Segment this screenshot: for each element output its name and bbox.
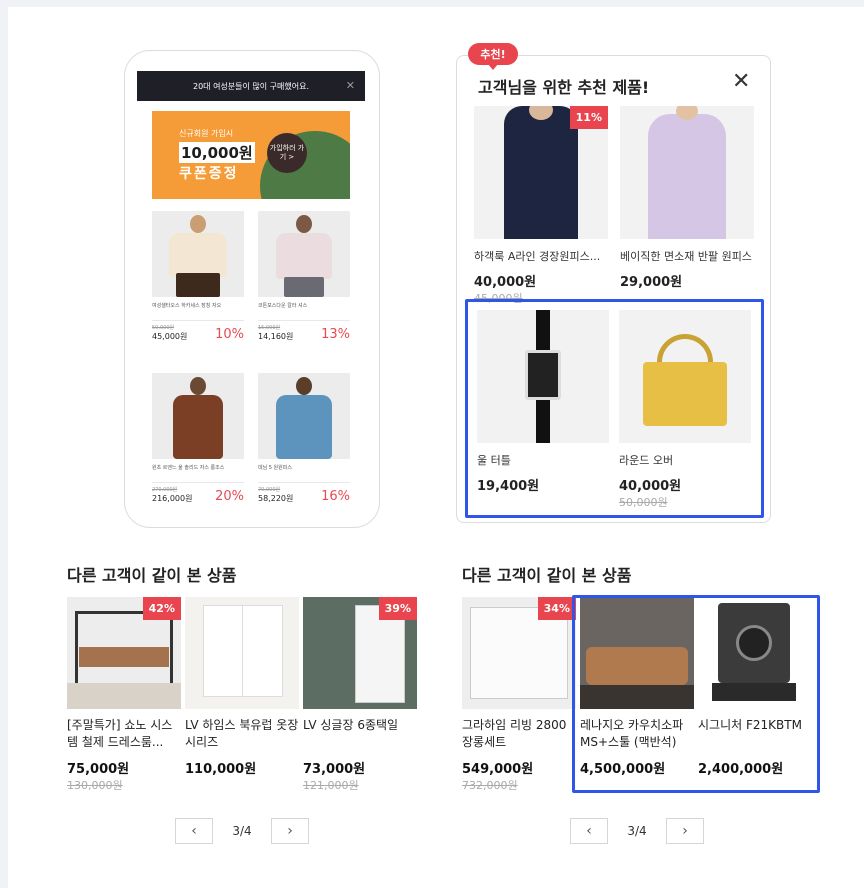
product-price: 73,000원 <box>303 762 366 777</box>
product-name: 코튼포스다운 칼라 셔스 <box>258 303 308 309</box>
product-name: 하객룩 A라인 경장원피스... <box>474 250 601 263</box>
recommend-badge: 추천! <box>468 43 518 70</box>
product-image <box>185 597 299 709</box>
recommend-title: 고객님을 위한 추천 제품! <box>478 78 650 97</box>
product-old-price: 121,000원 <box>303 779 359 792</box>
signup-cta-button[interactable]: 가입하러 가기 > <box>267 133 307 173</box>
phone-product-card[interactable]: 코튼포스다운 칼라 셔스 15,000원 14,160원 13% <box>258 211 350 342</box>
product-name: 베이직한 면소재 반팔 원피스 <box>620 250 752 263</box>
discount-tag: 34% <box>537 597 576 620</box>
highlight-box <box>572 595 820 793</box>
product-image: 34% <box>462 597 576 709</box>
product-image: 39% <box>303 597 417 709</box>
phone-mockup: 20대 여성분들이 많이 구매했어요. ✕ 신규회원 가입시 10,000원 쿠… <box>124 50 380 528</box>
page-indicator: 3/4 <box>232 824 252 838</box>
discount-tag: 39% <box>378 597 417 620</box>
chevron-right-icon[interactable]: › <box>666 818 704 844</box>
product-discount: 10% <box>215 327 244 342</box>
product-card[interactable]: LV 하임스 북유럽 옷장 시리즈 110,000원 <box>185 597 299 777</box>
phone-product-card[interactable]: 여성셀타오스 하카세스 장칭 자오 50,000원 45,000원 10% <box>152 211 244 342</box>
product-name: 데님 5 원원피스 <box>258 465 292 471</box>
chevron-left-icon[interactable]: ‹ <box>570 818 608 844</box>
product-image <box>258 211 350 297</box>
product-name: LV 싱글장 6종택일 <box>303 718 399 732</box>
banner-line3: 쿠폰증정 <box>179 166 239 182</box>
divider <box>258 482 350 483</box>
product-old-price: 732,000원 <box>462 779 518 792</box>
phone-notice-bar: 20대 여성분들이 많이 구매했어요. ✕ <box>137 71 365 101</box>
product-price: 29,000원 <box>620 275 683 290</box>
product-discount: 20% <box>215 489 244 504</box>
product-image <box>152 211 244 297</box>
pagination: ‹ 3/4 › <box>175 818 309 844</box>
phone-notice-text: 20대 여성분들이 많이 구매했어요. <box>192 81 310 91</box>
product-name: LV 하임스 북유럽 옷장 시리즈 <box>185 718 299 750</box>
phone-product-card[interactable]: 원초 르엔느 울 솔리드 자스 롱조스 270,000원 216,000원 20… <box>152 373 244 504</box>
close-icon[interactable]: ✕ <box>346 79 355 92</box>
product-name: 원초 르엔느 울 솔리드 자스 롱조스 <box>152 465 225 471</box>
pagination: ‹ 3/4 › <box>570 818 704 844</box>
divider <box>152 320 244 321</box>
product-name: 여성셀타오스 하카세스 장칭 자오 <box>152 303 222 309</box>
product-card[interactable]: 39% LV 싱글장 6종택일 73,000원 121,000원 <box>303 597 417 793</box>
signup-coupon-banner[interactable]: 신규회원 가입시 10,000원 쿠폰증정 가입하러 가기 > <box>152 111 350 199</box>
chevron-left-icon[interactable]: ‹ <box>175 818 213 844</box>
product-card[interactable]: 34% 그라하임 리빙 2800 장롱세트 549,000원 732,000원 <box>462 597 576 793</box>
product-old-price: 130,000원 <box>67 779 123 792</box>
recommend-product-card[interactable]: 베이직한 면소재 반팔 원피스 29,000원 <box>620 106 754 290</box>
product-price: 110,000원 <box>185 762 257 777</box>
product-price: 549,000원 <box>462 762 534 777</box>
highlight-box <box>465 299 764 518</box>
close-icon[interactable]: ✕ <box>732 71 750 93</box>
product-image: 11% <box>474 106 608 239</box>
section-title: 다른 고객이 같이 본 상품 <box>462 566 632 585</box>
product-card[interactable]: 42% [주말특가] 쇼노 시스템 철제 드레스룸... 75,000원 130… <box>67 597 181 793</box>
banner-line1: 신규회원 가입시 <box>179 129 234 138</box>
phone-product-card[interactable]: 데님 5 원원피스 70,000원 58,220원 16% <box>258 373 350 504</box>
product-name: 그라하임 리빙 2800 장롱세트 <box>462 718 567 750</box>
product-name: [주말특가] 쇼노 시스템 철제 드레스룸... <box>67 718 173 750</box>
product-image <box>152 373 244 459</box>
chevron-right-icon[interactable]: › <box>271 818 309 844</box>
product-image <box>258 373 350 459</box>
product-discount: 13% <box>321 327 350 342</box>
divider <box>258 320 350 321</box>
product-price: 40,000원 <box>474 275 537 290</box>
divider <box>152 482 244 483</box>
product-image: 42% <box>67 597 181 709</box>
product-discount: 16% <box>321 489 350 504</box>
product-price: 75,000원 <box>67 762 130 777</box>
recommend-product-card[interactable]: 11% 하객룩 A라인 경장원피스... 40,000원 45,000원 <box>474 106 608 306</box>
discount-tag: 11% <box>569 106 608 129</box>
page-indicator: 3/4 <box>627 824 647 838</box>
product-image <box>620 106 754 239</box>
banner-line2: 10,000원 <box>179 142 255 163</box>
discount-tag: 42% <box>142 597 181 620</box>
section-title: 다른 고객이 같이 본 상품 <box>67 566 237 585</box>
